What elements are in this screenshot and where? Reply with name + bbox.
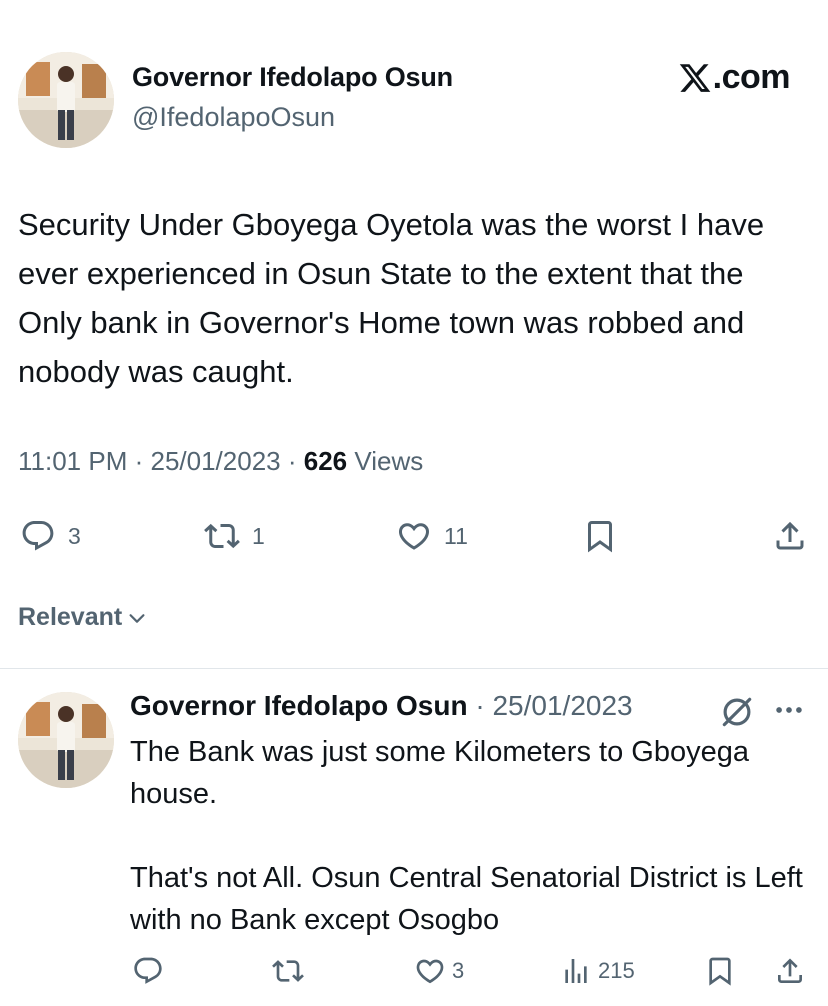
author-name[interactable]: Governor Ifedolapo Osun (132, 62, 453, 93)
sort-dropdown[interactable]: Relevant (18, 603, 148, 632)
reply-repost-button[interactable] (272, 955, 304, 987)
reply-reply-button[interactable] (132, 955, 164, 987)
like-button[interactable]: 11 (396, 518, 468, 554)
reply-views-button[interactable]: 215 (560, 955, 635, 987)
x-com-brand: .com (678, 58, 791, 97)
tweet-date[interactable]: 25/01/2023 (150, 446, 280, 476)
tweet-meta: 11:01 PM · 25/01/2023 · 626 Views (18, 446, 423, 477)
chevron-down-icon (129, 613, 145, 623)
reply-share-button[interactable] (774, 955, 806, 987)
reply-bookmark-button[interactable] (704, 955, 736, 987)
reply-like-button[interactable]: 3 (414, 955, 464, 987)
bookmark-button[interactable] (582, 518, 618, 554)
tweet-time[interactable]: 11:01 PM (18, 446, 127, 476)
author-handle[interactable]: @IfedolapoOsun (132, 102, 335, 133)
reply-author-name[interactable]: Governor Ifedolapo Osun (130, 690, 468, 721)
share-icon (778, 958, 802, 983)
share-button[interactable] (772, 518, 808, 554)
reply-button[interactable]: 3 (20, 518, 81, 554)
meta-separator: · (134, 446, 151, 476)
reply-views-count: 215 (598, 958, 635, 983)
bookmark-icon (709, 957, 731, 986)
like-count: 11 (444, 522, 468, 549)
tweet-text: Security Under Gboyega Oyetola was the w… (18, 207, 765, 389)
reply-separator: · (475, 690, 493, 721)
views-count: 626 (303, 446, 348, 476)
more-icon[interactable] (772, 697, 806, 723)
meta-separator: · (287, 446, 304, 476)
author-avatar[interactable] (18, 52, 114, 148)
repost-count: 1 (252, 522, 265, 549)
bookmark-icon (588, 521, 612, 553)
reply-count: 3 (68, 522, 81, 549)
repost-icon (204, 523, 240, 549)
views-icon (565, 959, 587, 983)
grok-icon[interactable] (718, 693, 756, 731)
reply-like-count: 3 (452, 958, 465, 983)
reply-paragraph: That's not All. Osun Central Senatorial … (130, 862, 803, 936)
repost-icon (272, 960, 304, 982)
views-label: Views (354, 446, 424, 476)
reply-paragraph: The Bank was just some Kilometers to Gbo… (130, 736, 749, 810)
like-icon (398, 523, 430, 550)
brand-domain: .com (712, 58, 791, 96)
reply-text: The Bank was just some Kilometers to Gbo… (130, 731, 820, 941)
reply-header: Governor Ifedolapo Osun · 25/01/2023 (130, 690, 633, 722)
repost-button[interactable]: 1 (204, 518, 265, 554)
divider (0, 668, 828, 669)
tweet-page: Governor Ifedolapo Osun @IfedolapoOsun .… (0, 0, 828, 1006)
reply-date[interactable]: 25/01/2023 (492, 690, 632, 721)
like-icon (416, 959, 444, 984)
reply-icon (134, 957, 162, 984)
reply-author-avatar[interactable] (18, 692, 114, 788)
reply-icon (22, 521, 54, 551)
sort-label: Relevant (18, 603, 123, 631)
x-logo-icon (679, 63, 710, 92)
share-icon (776, 521, 804, 550)
